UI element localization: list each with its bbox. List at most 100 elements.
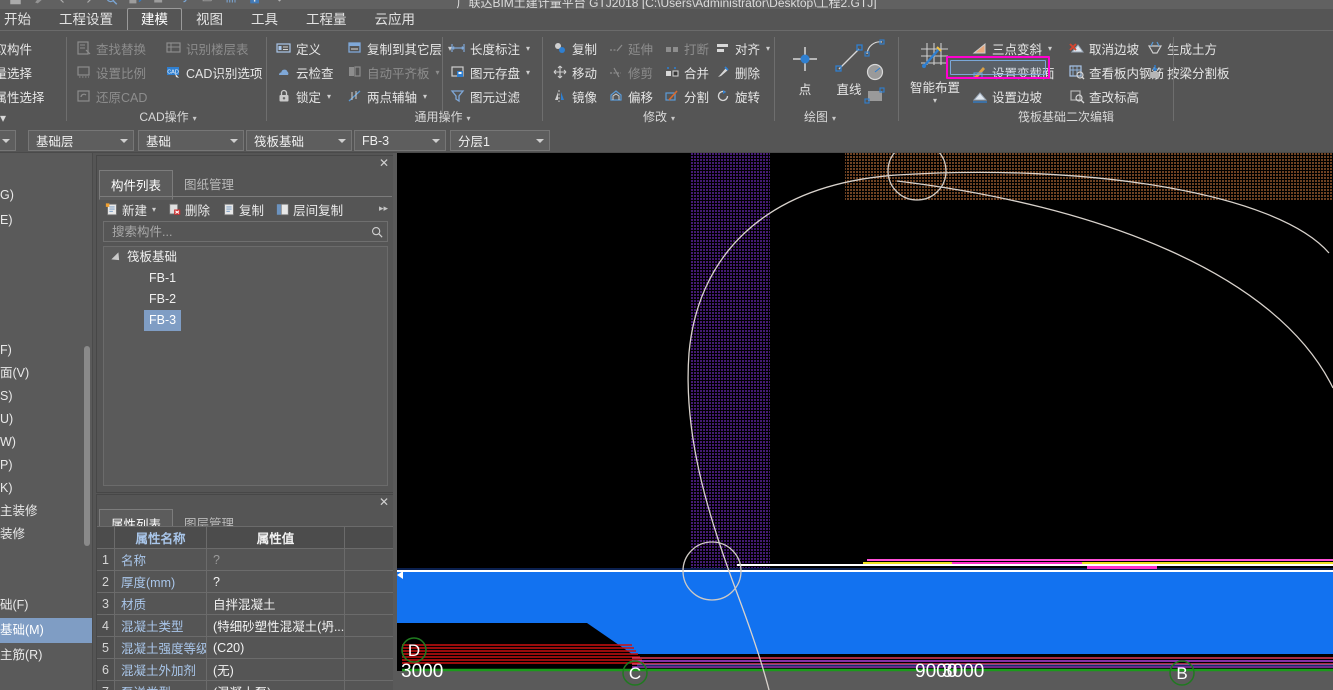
rectangle-icon[interactable]: [864, 85, 886, 107]
nav-item-6[interactable]: S): [0, 384, 92, 409]
ribbon-item-two-point-aux-axis[interactable]: 两点辅轴 ▾: [345, 84, 454, 108]
ribbon-item-lock[interactable]: 锁定 ▾: [274, 84, 336, 108]
combo-floor-prefix[interactable]: [0, 130, 16, 151]
ribbon-item-set-scale[interactable]: 设置比例: [74, 60, 149, 84]
nav-item-1[interactable]: E): [0, 208, 92, 233]
save-icon[interactable]: [8, 0, 23, 6]
row-property-value[interactable]: ?: [207, 549, 345, 570]
nav-item-5[interactable]: 面(V): [0, 361, 92, 386]
chevron-down-icon[interactable]: ▾: [152, 205, 156, 214]
ribbon-item-restore-cad[interactable]: 还原CAD: [74, 84, 149, 108]
nav-item-7[interactable]: U): [0, 407, 92, 432]
ribbon-item-mirror[interactable]: 镜像: [550, 84, 599, 108]
chevron-down-icon[interactable]: ▾: [436, 68, 440, 77]
ribbon-item-rotate[interactable]: 旋转: [713, 84, 772, 108]
ribbon-item-set-variable-section[interactable]: 设置变截面: [970, 60, 1057, 84]
tree-item-fb-1[interactable]: FB-1: [144, 268, 181, 289]
tree-item-fb-3[interactable]: FB-3: [144, 310, 182, 331]
ribbon-item-set-slope[interactable]: 设置边坡: [970, 84, 1057, 108]
ribbon-item-offset[interactable]: 偏移: [606, 84, 655, 108]
ribbon-item-split[interactable]: 分割: [662, 84, 711, 108]
table-row[interactable]: 4 混凝土类型 (特细砂塑性混凝土(坍...: [97, 615, 394, 637]
nav-item-10[interactable]: K): [0, 476, 92, 501]
row-property-value[interactable]: 自拌混凝土: [207, 593, 345, 614]
ribbon-item-extend[interactable]: 延伸: [606, 36, 655, 60]
ribbon-tab-bar[interactable]: 开始 工程设置 建模 视图 工具 工程量 云应用: [0, 8, 1333, 31]
ribbon-item-cloud-check[interactable]: 云检查: [274, 60, 336, 84]
table-row[interactable]: 2 厚度(mm) ?: [97, 571, 394, 593]
chevron-down-icon[interactable]: ▾: [933, 96, 937, 105]
ribbon-item-merge[interactable]: 合并: [662, 60, 711, 84]
chevron-down-icon[interactable]: ▾: [0, 111, 6, 125]
chevron-down-icon[interactable]: ▾: [193, 114, 197, 123]
ribbon-item-three-point-slope[interactable]: 三点变斜 ▾: [970, 36, 1057, 60]
combo-component[interactable]: FB-3: [354, 130, 446, 151]
ribbon-item-copy-to-other-floor[interactable]: 复制到其它层 ▾: [345, 36, 454, 60]
chevron-down-icon[interactable]: ▾: [766, 44, 770, 53]
export-icon[interactable]: [152, 0, 167, 6]
ribbon-group-modify-title[interactable]: 修改 ▾: [546, 108, 772, 125]
nav-item-16[interactable]: 主筋(R): [0, 643, 92, 668]
expand-triangle-icon[interactable]: [111, 252, 123, 264]
redo-icon[interactable]: [80, 0, 95, 6]
navigation-tree-panel[interactable]: G) E) F) 面(V) S) U) W) P) K) 主装修 装修 础(F)…: [0, 153, 93, 690]
chevron-down-icon[interactable]: ▾: [832, 114, 836, 123]
ribbon-item-element-filter[interactable]: 图元过滤: [448, 84, 532, 108]
ribbon-item-generate-earthwork[interactable]: 生成土方: [1145, 36, 1232, 60]
combo-floor[interactable]: 基础层: [28, 130, 134, 151]
tab-jianmo[interactable]: 建模: [127, 8, 182, 31]
search-component-box[interactable]: [103, 221, 388, 242]
cloud-icon[interactable]: [200, 0, 215, 6]
tree-root-raft-foundation[interactable]: 筏板基础: [127, 247, 177, 268]
nav-item-12[interactable]: 装修: [0, 522, 92, 547]
nav-item-3[interactable]: [0, 258, 92, 283]
ribbon-item-cad-recognize-options[interactable]: CAD CAD识别选项: [164, 60, 264, 84]
ribbon-item-recognize-floor-table[interactable]: 识别楼层表: [164, 36, 264, 60]
close-icon[interactable]: ✕: [378, 157, 390, 170]
ribbon-item-split-slab-by-beam[interactable]: 按梁分割板: [1145, 60, 1232, 84]
tab-shitu[interactable]: 视图: [182, 9, 237, 31]
tab-gongju[interactable]: 工具: [237, 9, 292, 31]
ribbon-item-length-dimension[interactable]: 长度标注 ▾: [448, 36, 532, 60]
close-icon[interactable]: ✕: [378, 496, 390, 509]
grid-icon[interactable]: [224, 0, 239, 6]
row-property-value[interactable]: (无): [207, 659, 345, 680]
zoom-icon[interactable]: [104, 0, 119, 6]
new-component-button[interactable]: 新建 ▾: [105, 200, 156, 219]
search-input[interactable]: [110, 223, 367, 240]
ribbon-item-copy[interactable]: 复制: [550, 36, 599, 60]
copy-component-button[interactable]: 复制: [222, 200, 264, 219]
tab-yunyingyong[interactable]: 云应用: [361, 9, 430, 31]
combo-layer[interactable]: 分层1: [450, 130, 550, 151]
nav-item-8[interactable]: W): [0, 430, 92, 455]
ribbon-item-trim[interactable]: 修剪: [606, 60, 655, 84]
tab-kaishi[interactable]: 开始: [0, 9, 45, 31]
component-tree[interactable]: 筏板基础 FB-1 FB-2 FB-3: [103, 246, 388, 486]
ribbon-item-delete[interactable]: 删除: [713, 60, 772, 84]
drawing-canvas[interactable]: D C B 3000 9000 3000: [397, 153, 1333, 690]
nav-item-0[interactable]: G): [0, 183, 92, 208]
toolbar-overflow-icon[interactable]: ▸▸: [379, 203, 388, 214]
nav-item-raft-foundation[interactable]: 基础(M): [0, 618, 92, 643]
link-icon[interactable]: [176, 0, 191, 6]
ribbon-item-select-by-attribute[interactable]: 按属性选择: [0, 84, 47, 108]
ribbon-item-check-modify-elevation[interactable]: 查改标高: [1067, 84, 1166, 108]
ribbon-item-move[interactable]: 移动: [550, 60, 599, 84]
ribbon-item-align[interactable]: 对齐 ▾: [713, 36, 772, 60]
chevron-down-icon[interactable]: ▾: [526, 68, 530, 77]
row-property-value[interactable]: ?: [207, 571, 345, 592]
circle-icon[interactable]: [864, 61, 886, 83]
chevron-down-icon[interactable]: ▾: [1048, 44, 1052, 53]
table-row[interactable]: 6 混凝土外加剂 (无): [97, 659, 394, 681]
canvas-drawing[interactable]: D C B 3000 9000 3000: [397, 153, 1333, 690]
brush-icon[interactable]: [32, 0, 47, 6]
tab-gongchengshezhi[interactable]: 工程设置: [45, 9, 127, 31]
nav-item-11[interactable]: 主装修: [0, 499, 92, 524]
ribbon-item-find-replace[interactable]: 查找替换: [74, 36, 149, 60]
ribbon-item-batch-select[interactable]: 批量选择: [0, 60, 47, 84]
chevron-down-icon[interactable]: ▾: [526, 44, 530, 53]
table-row[interactable]: 3 材质 自拌混凝土: [97, 593, 394, 615]
delete-component-button[interactable]: 删除: [168, 200, 210, 219]
undo-icon[interactable]: [56, 0, 71, 6]
ribbon-item-element-save[interactable]: 图元存盘 ▾: [448, 60, 532, 84]
